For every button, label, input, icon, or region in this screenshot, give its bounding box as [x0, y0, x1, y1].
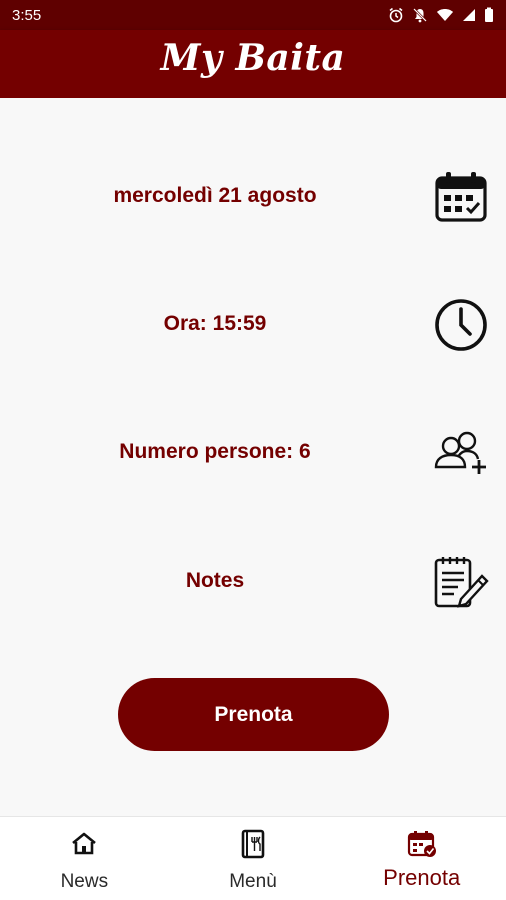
alarm-icon [388, 7, 404, 23]
home-icon [70, 829, 98, 859]
wifi-icon [436, 7, 454, 23]
calendar-icon [407, 829, 437, 859]
date-label[interactable]: mercoledì 21 agosto [0, 156, 430, 236]
app-title: My Baita [160, 37, 346, 79]
bottom-nav: News Menù Prenota [0, 816, 506, 900]
notes-label[interactable]: Notes [0, 541, 430, 621]
nav-label-menu: Menù [229, 871, 277, 892]
nav-label-prenota: Prenota [383, 865, 461, 890]
add-people-icon[interactable] [432, 424, 490, 482]
calendar-icon[interactable] [432, 168, 490, 226]
people-label[interactable]: Numero persone: 6 [0, 412, 430, 492]
battery-icon [484, 7, 494, 23]
date-row[interactable]: mercoledì 21 agosto [0, 156, 506, 236]
status-bar: 3:55 [0, 0, 506, 30]
nav-item-menu[interactable]: Menù [169, 817, 338, 900]
booking-form: mercoledì 21 agosto Ora: 15:59 Numero pe… [0, 98, 506, 816]
people-row[interactable]: Numero persone: 6 [0, 412, 506, 492]
menu-book-icon [240, 829, 266, 859]
nav-label-news: News [60, 871, 109, 892]
nav-item-prenota[interactable]: Prenota [337, 817, 506, 900]
clock-icon[interactable] [432, 296, 490, 354]
notes-edit-icon[interactable] [432, 553, 490, 611]
status-time: 3:55 [12, 6, 42, 24]
prenota-button[interactable]: Prenota [118, 678, 389, 751]
time-label[interactable]: Ora: 15:59 [0, 284, 430, 364]
signal-icon [462, 7, 476, 23]
notes-row[interactable]: Notes [0, 541, 506, 621]
status-icons [388, 7, 494, 23]
time-row[interactable]: Ora: 15:59 [0, 284, 506, 364]
nav-item-news[interactable]: News [0, 817, 169, 900]
notifications-off-icon [412, 7, 428, 23]
app-bar: My Baita [0, 30, 506, 98]
